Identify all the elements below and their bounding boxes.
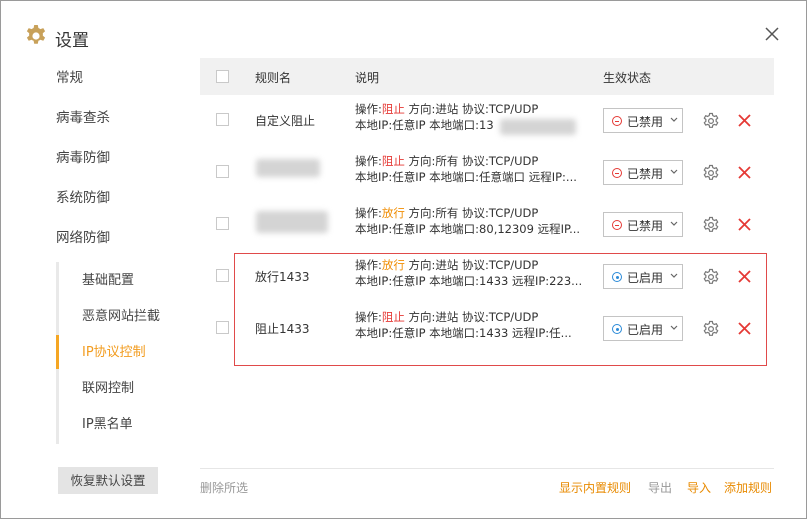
nav-item-general[interactable]: 常规 <box>56 68 83 88</box>
rule-action: 放行 <box>381 206 405 220</box>
disabled-status-icon <box>612 168 622 178</box>
redacted-rule-name <box>256 159 320 177</box>
delete-icon[interactable] <box>737 113 752 128</box>
row-checkbox[interactable] <box>216 217 229 230</box>
subnav-active-indicator <box>56 335 59 369</box>
status-dropdown[interactable]: 已禁用 <box>603 108 683 133</box>
subnav-network-control[interactable]: 联网控制 <box>82 379 134 399</box>
status-value: 已禁用 <box>627 115 664 129</box>
nav-item-virus-scan[interactable]: 病毒查杀 <box>56 108 110 128</box>
subnav-malicious-site-block[interactable]: 恶意网站拦截 <box>82 307 160 327</box>
delete-icon[interactable] <box>737 217 752 232</box>
sidebar: 常规 病毒查杀 病毒防御 系统防御 网络防御 基础配置 恶意网站拦截 IP协议控… <box>1 59 191 519</box>
rule-direction-protocol: 方向:进站 协议:TCP/UDP <box>404 102 539 116</box>
row-checkbox[interactable] <box>216 113 229 126</box>
redacted-rule-name <box>256 211 328 233</box>
gear-icon[interactable] <box>702 216 720 234</box>
header-status: 生效状态 <box>603 71 652 85</box>
footer-divider <box>200 468 774 469</box>
select-all-checkbox[interactable] <box>216 70 229 83</box>
rule-desc-line2: 本地IP:任意IP 本地端口:任意端口 远程IP:... <box>355 170 577 184</box>
title-bar: 设置 <box>1 1 806 61</box>
gear-icon[interactable] <box>702 164 720 182</box>
gear-icon[interactable] <box>702 112 720 130</box>
rule-desc-line2: 本地IP:任意IP 本地端口:80,12309 远程IP... <box>355 222 581 236</box>
rule-action: 阻止 <box>381 154 405 168</box>
table-header: 规则名 说明 生效状态 <box>200 58 774 95</box>
status-dropdown[interactable]: 已禁用 <box>603 160 683 185</box>
status-value: 已禁用 <box>627 219 664 233</box>
header-description: 说明 <box>355 71 380 85</box>
rule-direction-protocol: 方向:所有 协议:TCP/UDP <box>404 154 539 168</box>
row-checkbox[interactable] <box>216 165 229 178</box>
settings-window: 设置 常规 病毒查杀 病毒防御 系统防御 网络防御 基础配置 恶意网站拦截 IP… <box>0 0 807 519</box>
gear-icon <box>26 25 46 44</box>
restore-defaults-button[interactable]: 恢复默认设置 <box>58 467 158 494</box>
disabled-status-icon <box>612 220 622 230</box>
import-button[interactable]: 导入 <box>687 479 711 496</box>
rule-description: 操作:放行 方向:所有 协议:TCP/UDP 本地IP:任意IP 本地端口:80… <box>355 205 587 237</box>
table-row[interactable]: 操作:阻止 方向:所有 协议:TCP/UDP 本地IP:任意IP 本地端口:任意… <box>200 147 774 199</box>
rule-direction-protocol: 方向:所有 协议:TCP/UDP <box>404 206 539 220</box>
nav-item-virus-defense[interactable]: 病毒防御 <box>56 148 110 168</box>
rule-desc-line1: 操作:阻止 方向:所有 协议:TCP/UDP <box>355 153 587 169</box>
subnav-basic-config[interactable]: 基础配置 <box>82 271 134 291</box>
export-button[interactable]: 导出 <box>648 479 672 496</box>
show-builtin-rules-link[interactable]: 显示内置规则 <box>559 479 631 496</box>
action-prefix: 操作: <box>355 206 382 220</box>
subnav-ip-protocol-control[interactable]: IP协议控制 <box>82 343 146 363</box>
header-rule-name: 规则名 <box>255 71 292 85</box>
status-dropdown[interactable]: 已禁用 <box>603 212 683 237</box>
delete-icon[interactable] <box>737 165 752 180</box>
rule-desc-line1: 操作:放行 方向:所有 协议:TCP/UDP <box>355 205 587 221</box>
disabled-status-icon <box>612 116 622 126</box>
chevron-down-icon <box>670 221 678 226</box>
subnav-ip-blacklist[interactable]: IP黑名单 <box>82 415 133 435</box>
redacted-port <box>500 119 576 135</box>
table-row[interactable]: 自定义阻止 操作:阻止 方向:进站 协议:TCP/UDP 本地IP:任意IP 本… <box>200 95 774 147</box>
row-checkbox[interactable] <box>216 269 229 282</box>
rule-desc-line1: 操作:阻止 方向:进站 协议:TCP/UDP <box>355 101 587 117</box>
action-prefix: 操作: <box>355 102 382 116</box>
rule-description: 操作:阻止 方向:所有 协议:TCP/UDP 本地IP:任意IP 本地端口:任意… <box>355 153 587 185</box>
add-rule-button[interactable]: 添加规则 <box>724 479 772 496</box>
window-title: 设置 <box>55 31 89 51</box>
delete-selected-button[interactable]: 删除所选 <box>200 479 248 496</box>
rule-action: 阻止 <box>381 102 405 116</box>
nav-item-system-defense[interactable]: 系统防御 <box>56 188 110 208</box>
highlight-annotation <box>234 253 767 366</box>
chevron-down-icon <box>670 169 678 174</box>
nav-item-network-defense[interactable]: 网络防御 <box>56 228 110 248</box>
status-value: 已禁用 <box>627 167 664 181</box>
chevron-down-icon <box>670 117 678 122</box>
close-icon[interactable] <box>761 23 783 45</box>
row-checkbox[interactable] <box>216 321 229 334</box>
action-prefix: 操作: <box>355 154 382 168</box>
table-row[interactable]: 操作:放行 方向:所有 协议:TCP/UDP 本地IP:任意IP 本地端口:80… <box>200 199 774 251</box>
rule-name: 自定义阻止 <box>255 114 316 128</box>
